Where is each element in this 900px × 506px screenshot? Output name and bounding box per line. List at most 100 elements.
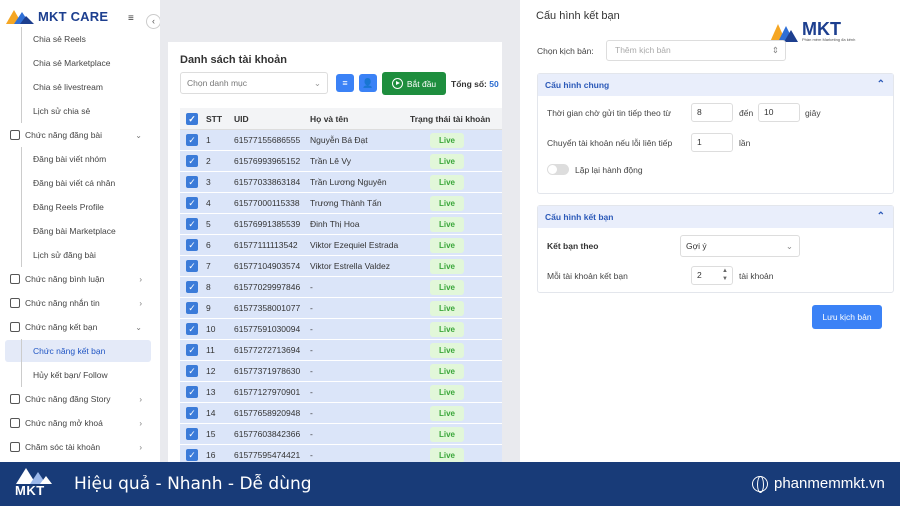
sidebar-item[interactable]: Chức năng đăng Story ›: [0, 388, 158, 410]
row-checkbox[interactable]: ✓: [186, 449, 198, 461]
sidebar-item[interactable]: Chức năng bình luận ›: [0, 268, 158, 290]
table-row[interactable]: ✓ 14 61577658920948- Live: [180, 403, 502, 424]
status-badge: Live: [430, 363, 464, 379]
category-select[interactable]: Chọn danh mục ⌄: [180, 72, 328, 94]
table-row[interactable]: ✓ 3 61577033863184 Trần Lương Nguyên Live: [180, 172, 502, 193]
table-row[interactable]: ✓ 7 61577104903574 Viktor Estrella Valdez Li…: [180, 256, 502, 277]
general-config-header[interactable]: Cấu hình chung ⌃: [538, 74, 893, 96]
table-row[interactable]: ✓ 10 61577591030094- Live: [180, 319, 502, 340]
row-checkbox[interactable]: ✓: [186, 176, 198, 188]
wait-to-input[interactable]: 10: [758, 103, 800, 122]
row-checkbox[interactable]: ✓: [186, 218, 198, 230]
cell-name: -: [310, 303, 313, 313]
column-header: Họ và tên: [310, 113, 349, 124]
status-badge: Live: [430, 384, 464, 400]
sidebar-item[interactable]: Chức năng mở khoá ›: [0, 412, 158, 434]
repeat-toggle[interactable]: [547, 164, 569, 175]
row-checkbox[interactable]: ✓: [186, 302, 198, 314]
sidebar-item[interactable]: Chức năng kết bạn: [5, 339, 151, 363]
times-label: lần: [739, 138, 751, 148]
sidebar-item[interactable]: Đăng Reels Profile: [0, 195, 158, 219]
cell-uid: 61577111113542: [234, 240, 298, 250]
sidebar-item[interactable]: Đăng bài Marketplace: [0, 219, 158, 243]
row-checkbox[interactable]: ✓: [186, 134, 198, 146]
menu-group-icon: [10, 442, 20, 452]
table-row[interactable]: ✓ 6 61577111113542 Viktor Ezequiel Estrada L…: [180, 235, 502, 256]
table-row[interactable]: ✓ 8 61577029997846- Live: [180, 277, 502, 298]
sort-icon: ⇕: [771, 45, 779, 55]
add-user-button[interactable]: 👤: [359, 74, 377, 92]
cell-name: Đinh Thị Hoa: [310, 219, 360, 229]
collapse-sidebar-button[interactable]: ‹: [146, 14, 160, 29]
table-row[interactable]: ✓ 16 61577595474421- Live: [180, 445, 502, 462]
sidebar-item[interactable]: Chia sẻ livestream: [0, 75, 158, 99]
cell-uid: 61577155686555: [234, 135, 301, 145]
sidebar-item[interactable]: Đăng bài viết nhóm: [0, 147, 158, 171]
per-account-value: 2: [697, 270, 702, 280]
row-checkbox[interactable]: ✓: [186, 323, 198, 335]
row-checkbox[interactable]: ✓: [186, 155, 198, 167]
sidebar-item[interactable]: Lịch sử đăng bài: [0, 243, 158, 267]
sidebar-item[interactable]: Hủy kết bạn/ Follow: [0, 363, 158, 387]
friend-config-header[interactable]: Cấu hình kết bạn ⌃: [538, 206, 893, 228]
menu-icon[interactable]: ≡: [128, 13, 134, 24]
table-row[interactable]: ✓ 12 61577371978630- Live: [180, 361, 502, 382]
table-row[interactable]: ✓ 9 61577358001077- Live: [180, 298, 502, 319]
cell-stt: 9: [206, 303, 211, 313]
brand-name: MKT: [802, 18, 841, 39]
table-row[interactable]: ✓ 13 61577127970901- Live: [180, 382, 502, 403]
save-script-button[interactable]: Lưu kịch bản: [812, 305, 882, 329]
script-select[interactable]: Thêm kịch bản ⇕: [606, 40, 786, 61]
accounts-panel: Danh sách tài khoản Chọn danh mục ⌄ ≡ 👤 …: [168, 42, 502, 462]
banner-logo: MKT: [12, 466, 58, 502]
table-row[interactable]: ✓ 2 61576993965152 Trần Lê Vy Live: [180, 151, 502, 172]
total-label: Tổng số:: [451, 79, 487, 89]
table-row[interactable]: ✓ 1 61577155686555 Nguyễn Bá Đạt Live: [180, 130, 502, 151]
wait-from-input[interactable]: 8: [691, 103, 733, 122]
switch-account-label: Chuyển tài khoản nếu lỗi liên tiếp: [547, 138, 673, 148]
script-select-placeholder: Thêm kịch bản: [615, 45, 671, 55]
cell-uid: 61577104903574: [234, 261, 301, 271]
row-checkbox[interactable]: ✓: [186, 386, 198, 398]
table-row[interactable]: ✓ 5 61576991385539 Đinh Thị Hoa Live: [180, 214, 502, 235]
sidebar-item[interactable]: Chức năng kết bạn ⌄: [0, 316, 158, 338]
table-row[interactable]: ✓ 15 61577603842366- Live: [180, 424, 502, 445]
start-button[interactable]: Bắt đầu: [382, 72, 446, 95]
sidebar-item[interactable]: Chia sẻ Marketplace: [0, 51, 158, 75]
brand-logo: MKT Phần mềm Marketing đa kênh: [770, 20, 855, 42]
sidebar-item[interactable]: Chia sẻ Reels: [0, 27, 158, 51]
cell-stt: 14: [206, 408, 216, 418]
row-checkbox[interactable]: ✓: [186, 407, 198, 419]
sidebar-item-label: Chức năng bình luận: [25, 274, 105, 284]
cell-name: -: [310, 345, 313, 355]
banner-website: phanmemmkt.vn: [752, 475, 885, 493]
cell-uid: 61577358001077: [234, 303, 301, 313]
sidebar-item[interactable]: Lịch sử chia sẻ: [0, 99, 158, 123]
menu-group-icon: [10, 274, 20, 284]
chevron-down-icon: ⌄: [313, 78, 321, 88]
row-checkbox[interactable]: ✓: [186, 365, 198, 377]
row-checkbox[interactable]: ✓: [186, 239, 198, 251]
status-badge: Live: [430, 237, 464, 253]
row-checkbox[interactable]: ✓: [186, 197, 198, 209]
status-badge: Live: [430, 447, 464, 462]
table-row[interactable]: ✓ 11 61577272713694- Live: [180, 340, 502, 361]
sidebar-item[interactable]: Đăng bài viết cá nhân: [0, 171, 158, 195]
sidebar-item-label: Đăng bài viết nhóm: [33, 154, 107, 164]
row-checkbox[interactable]: ✓: [186, 281, 198, 293]
per-account-stepper[interactable]: 2 ▲ ▼: [691, 266, 733, 285]
sidebar-item[interactable]: Chăm sóc tài khoản ›: [0, 436, 158, 458]
row-checkbox[interactable]: ✓: [186, 260, 198, 272]
cell-stt: 3: [206, 177, 211, 187]
friend-by-select[interactable]: Gợi ý ⌄: [680, 235, 800, 257]
sidebar-item[interactable]: Chức năng đăng bài ⌄: [0, 124, 158, 146]
filter-button[interactable]: ≡: [336, 74, 354, 92]
select-all-checkbox[interactable]: ✓: [186, 112, 198, 125]
switch-account-input[interactable]: 1: [691, 133, 733, 152]
table-row[interactable]: ✓ 4 61577000115338 Trương Thành Tấn Live: [180, 193, 502, 214]
stepper-arrows-icon[interactable]: ▲ ▼: [722, 267, 728, 283]
cell-name: Viktor Ezequiel Estrada: [310, 240, 399, 250]
row-checkbox[interactable]: ✓: [186, 428, 198, 440]
sidebar-item[interactable]: Chức năng nhắn tin ›: [0, 292, 158, 314]
row-checkbox[interactable]: ✓: [186, 344, 198, 356]
